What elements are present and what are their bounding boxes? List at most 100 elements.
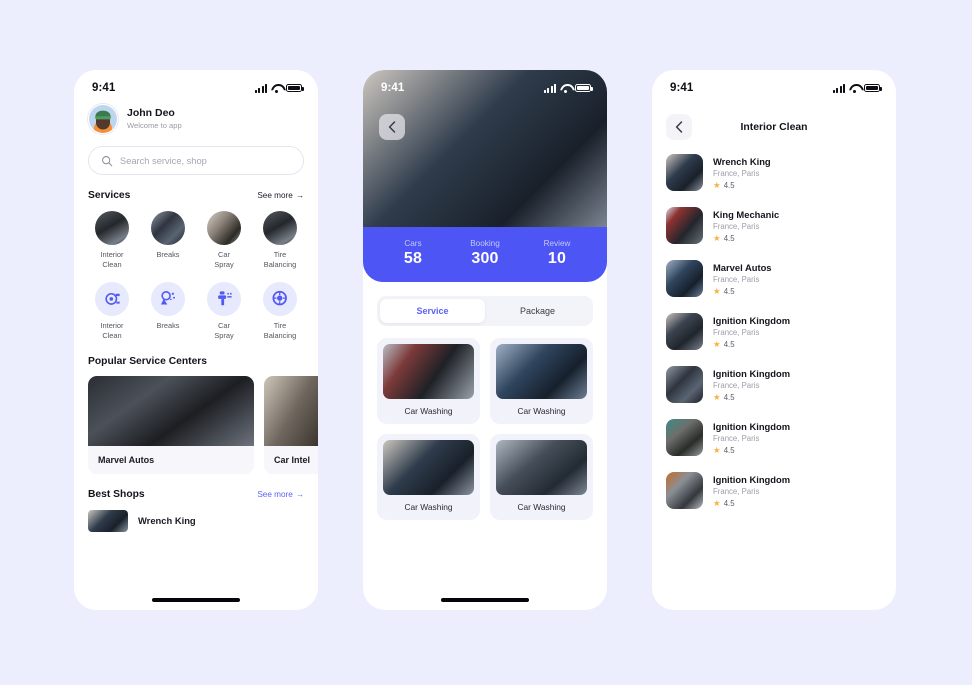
list-item-rating: 4.5 [723, 286, 735, 296]
star-icon: ★ [713, 444, 721, 455]
list-item-thumbnail [666, 154, 703, 191]
stat-booking: Booking 300 [449, 239, 521, 268]
tire-wheel-icon [263, 281, 297, 316]
chevron-left-icon [675, 121, 683, 133]
list-item-rating: 4.5 [723, 233, 735, 243]
service-card[interactable]: Car Washing [490, 338, 593, 424]
list-item[interactable]: Ignition Kingdom France, Paris ★ 4.5 [652, 411, 896, 464]
service-icon-item-interior-clean[interactable]: Interior Clean [88, 281, 136, 341]
stats-bar: Cars 58 Booking 300 Review 10 [363, 227, 607, 282]
status-badge: ★ 4.5 [713, 393, 790, 402]
list-item-rating: 4.5 [723, 392, 735, 402]
best-shops-title: Best Shops [88, 488, 145, 500]
service-icon-item-car-spray[interactable]: Car Spray [200, 281, 248, 341]
list-item-location: France, Paris [713, 380, 760, 390]
service-icon-item-breaks[interactable]: Breaks [144, 281, 192, 341]
tab-package[interactable]: Package [485, 299, 590, 323]
service-item-tire-balancing[interactable]: Tire Balancing [256, 211, 304, 270]
list-item-rating: 4.5 [723, 498, 735, 508]
service-item-breaks[interactable]: Breaks [144, 211, 192, 270]
list-item[interactable]: Wrench King France, Paris ★ 4.5 [652, 146, 896, 199]
profile-subtitle: Welcome to app [127, 121, 182, 131]
battery-icon [286, 83, 304, 93]
service-label: Car Spray [214, 250, 234, 269]
services-photo-row: Interior Clean Breaks Car Spray Tire Bal… [88, 211, 304, 270]
service-card-image [383, 344, 474, 399]
service-card[interactable]: Car Washing [377, 338, 480, 424]
status-badge: ★ 4.5 [713, 340, 790, 349]
wifi-icon [849, 84, 860, 93]
app-canvas: 9:41 John Deo Welcome to app Search serv… [0, 0, 972, 685]
best-shops-see-more-label: See more [257, 489, 293, 499]
star-icon: ★ [713, 497, 721, 508]
service-card-image [496, 344, 587, 399]
shop-name: Wrench King [138, 515, 196, 527]
stat-value: 58 [403, 250, 423, 267]
status-badge: ★ 4.5 [713, 499, 790, 508]
popular-card[interactable]: Car Intel [264, 375, 318, 474]
status-indicators [544, 83, 593, 93]
battery-icon [575, 83, 593, 93]
list-item-name: King Mechanic [713, 208, 780, 220]
best-shops-see-more-link[interactable]: See more → [257, 490, 304, 499]
list-item[interactable]: Ignition Kingdom France, Paris ★ 4.5 [652, 358, 896, 411]
status-badge: ★ 4.5 [713, 287, 772, 296]
stat-value: 10 [547, 250, 567, 267]
list-item[interactable]: Marvel Autos France, Paris ★ 4.5 [652, 252, 896, 305]
service-card[interactable]: Car Washing [490, 434, 593, 520]
services-see-more-link[interactable]: See more → [257, 191, 304, 200]
service-item-interior-clean[interactable]: Interior Clean [88, 211, 136, 270]
home-indicator [441, 598, 529, 602]
status-indicators [833, 83, 882, 93]
service-thumbnail [263, 211, 297, 245]
service-card-label: Car Washing [517, 502, 566, 512]
list-item-location: France, Paris [713, 486, 760, 496]
stat-label: Review [543, 239, 571, 248]
star-icon: ★ [713, 285, 721, 296]
list-item-rating: 4.5 [723, 180, 735, 190]
service-label: Interior Clean [100, 250, 124, 269]
list-item[interactable]: Wrench King [88, 509, 304, 532]
back-button[interactable] [379, 114, 405, 140]
back-button[interactable] [666, 114, 692, 140]
list-item-location: France, Paris [713, 327, 760, 337]
list-item-thumbnail [666, 366, 703, 403]
tab-service[interactable]: Service [380, 299, 485, 323]
service-icon-item-tire-balancing[interactable]: Tire Balancing [256, 281, 304, 341]
service-icon-label: Tire Balancing [263, 320, 297, 340]
list-item-thumbnail [666, 313, 703, 350]
tab-bar: Service Package [377, 296, 593, 326]
service-card-label: Car Washing [404, 502, 453, 512]
service-thumbnail [207, 211, 241, 245]
home-indicator [152, 598, 240, 602]
stat-cars: Cars 58 [377, 239, 449, 268]
service-icon-label: Breaks [156, 320, 180, 330]
hero-image: 9:41 [363, 70, 607, 245]
star-icon: ★ [713, 232, 721, 243]
status-indicators [255, 83, 304, 93]
star-icon: ★ [713, 179, 721, 190]
search-placeholder: Search service, shop [120, 155, 207, 166]
status-badge: ★ 4.5 [713, 446, 790, 455]
popular-card-image [88, 375, 254, 446]
list-item[interactable]: Ignition Kingdom France, Paris ★ 4.5 [652, 464, 896, 517]
list-item-name: Wrench King [713, 155, 771, 167]
service-icon-label: Car Spray [214, 320, 234, 340]
turbo-fan-icon [95, 281, 129, 316]
services-section-header: Services See more → [88, 190, 304, 201]
stat-value: 300 [471, 250, 499, 267]
list-item[interactable]: Ignition Kingdom France, Paris ★ 4.5 [652, 305, 896, 358]
list-item-location: France, Paris [713, 433, 760, 443]
search-input[interactable]: Search service, shop [88, 146, 304, 175]
popular-card-image [264, 375, 318, 446]
popular-card[interactable]: Marvel Autos [88, 375, 254, 474]
popular-cards-carousel[interactable]: Marvel Autos Car Intel [88, 375, 318, 474]
list-item[interactable]: King Mechanic France, Paris ★ 4.5 [652, 199, 896, 252]
wifi-icon [560, 84, 571, 93]
profile-header[interactable]: John Deo Welcome to app [88, 104, 304, 134]
service-thumbnail [151, 211, 185, 245]
service-item-car-spray[interactable]: Car Spray [200, 211, 248, 270]
wifi-icon [271, 84, 282, 93]
status-badge: ★ 4.5 [713, 181, 771, 190]
service-card[interactable]: Car Washing [377, 434, 480, 520]
